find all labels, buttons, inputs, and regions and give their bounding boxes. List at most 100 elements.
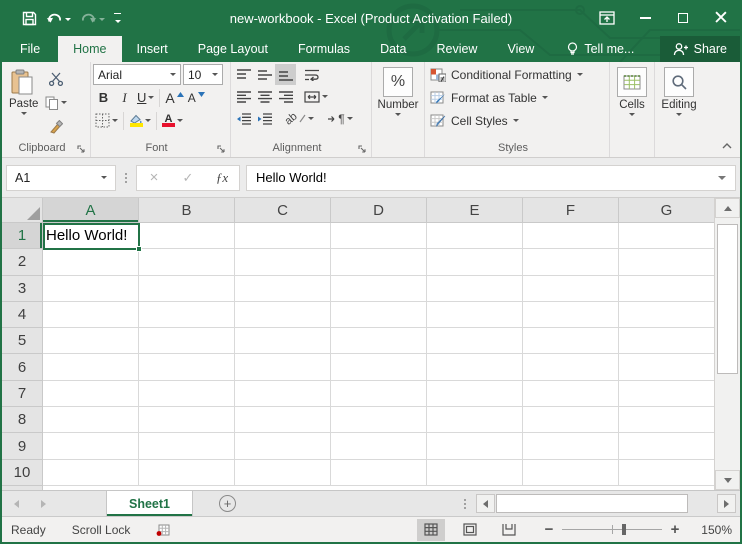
font-color-button[interactable]: A <box>160 110 185 131</box>
text-direction-dropdown-icon[interactable] <box>347 117 353 120</box>
merge-center-dropdown-icon[interactable] <box>322 95 328 98</box>
cell-B4[interactable] <box>139 302 235 328</box>
save-button[interactable] <box>22 11 37 26</box>
tab-formulas[interactable]: Formulas <box>283 36 365 62</box>
cell-A3[interactable] <box>43 276 139 302</box>
format-as-table-button[interactable]: Format as Table <box>430 87 548 108</box>
cell-D1[interactable] <box>331 223 427 249</box>
increase-font-size-button[interactable]: A <box>163 87 185 108</box>
cell-C7[interactable] <box>235 381 331 407</box>
enter-button[interactable]: ✓ <box>171 166 205 190</box>
decrease-indent-button[interactable] <box>233 108 254 129</box>
vertical-scroll-track[interactable] <box>715 218 740 470</box>
format-painter-button[interactable] <box>43 116 69 137</box>
horizontal-scroll-thumb[interactable] <box>496 494 688 513</box>
cell-D3[interactable] <box>331 276 427 302</box>
next-sheet-button[interactable] <box>41 500 46 508</box>
row-header-8[interactable]: 8 <box>2 407 43 433</box>
cell-C10[interactable] <box>235 460 331 486</box>
cell-F6[interactable] <box>523 354 619 380</box>
cell-D9[interactable] <box>331 433 427 459</box>
orientation-dropdown-icon[interactable] <box>308 117 314 120</box>
cell-D2[interactable] <box>331 249 427 275</box>
tab-insert[interactable]: Insert <box>122 36 183 62</box>
cell-G7[interactable] <box>619 381 714 407</box>
orientation-button[interactable]: ab <box>283 108 316 129</box>
cells-button[interactable]: Cells <box>612 64 652 119</box>
cell-A5[interactable] <box>43 328 139 354</box>
undo-dropdown-icon[interactable] <box>65 18 71 21</box>
font-size-combo[interactable]: 10 <box>183 64 223 85</box>
cell-B6[interactable] <box>139 354 235 380</box>
cell-G2[interactable] <box>619 249 714 275</box>
vertical-scroll-thumb[interactable] <box>717 224 738 374</box>
cell-C2[interactable] <box>235 249 331 275</box>
minimize-button[interactable] <box>626 0 664 36</box>
tab-review[interactable]: Review <box>421 36 492 62</box>
row-header-1[interactable]: 1 <box>2 223 43 249</box>
top-align-button[interactable] <box>233 64 254 85</box>
redo-dropdown-icon[interactable] <box>99 18 105 21</box>
cell-E6[interactable] <box>427 354 523 380</box>
cell-B10[interactable] <box>139 460 235 486</box>
cell-C4[interactable] <box>235 302 331 328</box>
tab-page-layout[interactable]: Page Layout <box>183 36 283 62</box>
text-direction-button[interactable]: ¶ <box>326 108 354 129</box>
align-left-button[interactable] <box>233 86 254 107</box>
row-header-3[interactable]: 3 <box>2 276 43 302</box>
cell-A10[interactable] <box>43 460 139 486</box>
column-header-D[interactable]: D <box>331 198 427 223</box>
row-header-6[interactable]: 6 <box>2 354 43 380</box>
column-header-G[interactable]: G <box>619 198 714 223</box>
cell-C8[interactable] <box>235 407 331 433</box>
row-header-4[interactable]: 4 <box>2 302 43 328</box>
fill-color-button[interactable] <box>127 110 153 131</box>
column-header-E[interactable]: E <box>427 198 523 223</box>
collapse-ribbon-button[interactable] <box>722 143 732 149</box>
tab-split-handle[interactable] <box>464 499 466 509</box>
zoom-out-button[interactable]: − <box>542 521 556 538</box>
formula-bar-resize-handle[interactable] <box>125 173 127 183</box>
cell-B9[interactable] <box>139 433 235 459</box>
tell-me-box[interactable]: Tell me... <box>555 36 646 62</box>
share-button[interactable]: Share <box>660 36 740 62</box>
editing-dropdown-icon[interactable] <box>676 113 682 116</box>
normal-view-button[interactable] <box>417 519 445 541</box>
previous-sheet-button[interactable] <box>14 500 19 508</box>
redo-button-disabled[interactable] <box>80 11 105 25</box>
bottom-align-button[interactable] <box>275 64 296 85</box>
column-header-C[interactable]: C <box>235 198 331 223</box>
cell-G1[interactable] <box>619 223 714 249</box>
close-button[interactable]: ✕ <box>702 0 740 36</box>
cell-D10[interactable] <box>331 460 427 486</box>
cell-A1[interactable]: Hello World! <box>43 223 139 249</box>
scroll-left-button[interactable] <box>476 494 495 513</box>
copy-button[interactable] <box>43 92 69 113</box>
cell-E3[interactable] <box>427 276 523 302</box>
select-all-button[interactable] <box>2 198 43 223</box>
page-break-preview-button[interactable] <box>495 519 523 541</box>
cell-A8[interactable] <box>43 407 139 433</box>
row-header-7[interactable]: 7 <box>2 381 43 407</box>
vertical-scrollbar[interactable] <box>714 198 740 490</box>
cell-B8[interactable] <box>139 407 235 433</box>
paste-button[interactable]: Paste <box>4 64 43 118</box>
cell-B5[interactable] <box>139 328 235 354</box>
cell-C5[interactable] <box>235 328 331 354</box>
cell-F9[interactable] <box>523 433 619 459</box>
fill-color-dropdown-icon[interactable] <box>145 119 151 122</box>
borders-dropdown-icon[interactable] <box>112 119 118 122</box>
scroll-down-button[interactable] <box>715 470 740 490</box>
cell-E7[interactable] <box>427 381 523 407</box>
cell-D6[interactable] <box>331 354 427 380</box>
column-header-A[interactable]: A <box>43 198 139 223</box>
scroll-up-button[interactable] <box>715 198 740 218</box>
clipboard-dialog-launcher[interactable] <box>77 145 85 153</box>
paste-dropdown-icon[interactable] <box>21 112 27 115</box>
underline-dropdown-icon[interactable] <box>148 96 154 99</box>
cell-E5[interactable] <box>427 328 523 354</box>
row-header-9[interactable]: 9 <box>2 433 43 459</box>
cell-E10[interactable] <box>427 460 523 486</box>
editing-button[interactable]: Editing <box>656 64 701 119</box>
cell-G10[interactable] <box>619 460 714 486</box>
